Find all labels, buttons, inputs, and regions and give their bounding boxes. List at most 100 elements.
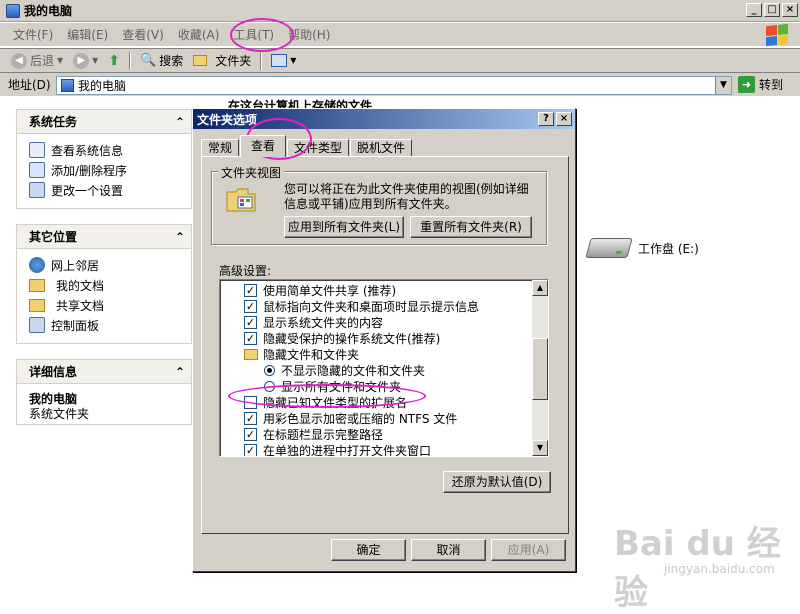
- setting-label: 显示系统文件夹的内容: [263, 315, 384, 330]
- tab-offline-files[interactable]: 脱机文件: [350, 139, 413, 157]
- tab-file-types[interactable]: 文件类型: [287, 139, 350, 157]
- setting-row[interactable]: ✓ 用彩色显示加密或压缩的 NTFS 文件: [244, 410, 457, 426]
- setting-label: 在单独的进程中打开文件夹窗口: [263, 443, 432, 457]
- change-setting-link[interactable]: 更改一个设置: [29, 180, 191, 200]
- views-button[interactable]: ▼: [266, 51, 301, 71]
- checkbox-checked[interactable]: ✓: [244, 331, 257, 345]
- collapse-icon[interactable]: ⌃: [175, 230, 185, 244]
- radio-unselected[interactable]: [264, 380, 275, 392]
- address-input[interactable]: 我的电脑 ▼: [56, 76, 732, 95]
- menu-view[interactable]: 查看(V): [115, 25, 171, 45]
- setting-row[interactable]: ✓ 在标题栏显示完整路径: [244, 426, 383, 442]
- control-panel-icon: [29, 182, 45, 198]
- scroll-thumb[interactable]: [532, 338, 548, 400]
- search-button[interactable]: 🔍 搜索: [135, 51, 188, 71]
- address-dropdown-button[interactable]: ▼: [715, 77, 731, 94]
- add-remove-programs-link[interactable]: 添加/删除程序: [29, 160, 191, 180]
- checkbox-checked[interactable]: ✓: [244, 443, 257, 456]
- control-panel-icon: [29, 317, 45, 333]
- link-label: 我的文档: [56, 278, 105, 293]
- setting-label: 隐藏受保护的操作系统文件(推荐): [263, 331, 441, 346]
- hard-drive-icon: [585, 238, 633, 258]
- drive-e[interactable]: 工作盘 (E:): [585, 238, 699, 258]
- windows-logo-icon: [766, 23, 788, 47]
- address-label: 地址(D): [8, 78, 51, 92]
- panel-title: 系统任务: [29, 115, 78, 129]
- cancel-button[interactable]: 取消: [411, 539, 486, 561]
- link-label: 控制面板: [51, 318, 100, 333]
- scroll-up-button[interactable]: ▲: [532, 280, 548, 296]
- link-label: 更改一个设置: [51, 183, 124, 198]
- minimize-button[interactable]: _: [746, 3, 762, 17]
- setting-row: 隐藏文件和文件夹: [244, 346, 359, 362]
- folder-view-group: 文件夹视图 您可以将正在为此文件夹使用的视图(例如详细信息或平铺)应用到所有文件…: [211, 164, 547, 245]
- up-folder-button[interactable]: ⬆: [103, 51, 125, 71]
- menu-favorites[interactable]: 收藏(A): [171, 25, 227, 45]
- watermark-url: jingyan.baidu.com: [664, 562, 775, 576]
- apply-to-all-folders-button[interactable]: 应用到所有文件夹(L): [284, 216, 404, 238]
- control-panel-link[interactable]: 控制面板: [29, 315, 191, 335]
- up-arrow-icon: ⬆: [108, 52, 121, 69]
- panel-header[interactable]: 其它位置 ⌃: [17, 225, 191, 249]
- ok-button[interactable]: 确定: [331, 539, 406, 561]
- toolbar-separator: [129, 51, 132, 70]
- view-system-info-link[interactable]: 查看系统信息: [29, 140, 191, 160]
- shared-documents-link[interactable]: 共享文档: [29, 295, 191, 315]
- checkbox-checked[interactable]: ✓: [244, 411, 257, 425]
- checkbox-checked[interactable]: ✓: [244, 299, 257, 313]
- link-label: 查看系统信息: [51, 143, 124, 158]
- menu-help[interactable]: 帮助(H): [281, 25, 337, 45]
- back-label: 后退: [30, 54, 55, 68]
- chevron-down-icon: ▼: [290, 56, 297, 65]
- menu-file[interactable]: 文件(F): [6, 25, 60, 45]
- tab-general[interactable]: 常规: [201, 139, 240, 157]
- menubar: 文件(F) 编辑(E) 查看(V) 收藏(A) 工具(T) 帮助(H): [0, 23, 800, 47]
- back-button[interactable]: ◀ 后退 ▼: [6, 51, 68, 71]
- setting-row[interactable]: ✓ 使用简单文件共享 (推荐): [244, 282, 396, 298]
- vertical-scrollbar[interactable]: ▲ ▼: [532, 280, 548, 456]
- setting-row[interactable]: ✓ 隐藏受保护的操作系统文件(推荐): [244, 330, 440, 346]
- panel-header[interactable]: 详细信息 ⌃: [17, 360, 191, 384]
- setting-label: 不显示隐藏的文件和文件夹: [281, 363, 426, 378]
- forward-button[interactable]: ▶ ▼: [68, 51, 103, 71]
- menu-edit[interactable]: 编辑(E): [60, 25, 115, 45]
- folder-icon: [193, 55, 208, 66]
- setting-row[interactable]: 不显示隐藏的文件和文件夹: [264, 362, 425, 378]
- close-button[interactable]: ×: [782, 3, 798, 17]
- setting-row[interactable]: 隐藏已知文件类型的扩展名: [244, 394, 407, 410]
- setting-row[interactable]: ✓ 在单独的进程中打开文件夹窗口: [244, 442, 432, 457]
- forward-arrow-icon: ▶: [73, 52, 90, 69]
- help-button[interactable]: ?: [538, 112, 554, 126]
- checkbox-checked[interactable]: ✓: [244, 315, 257, 329]
- my-documents-link[interactable]: 我的文档: [29, 275, 191, 295]
- folders-button[interactable]: 文件夹: [188, 51, 256, 71]
- checkbox-unchecked[interactable]: [244, 395, 257, 409]
- setting-row[interactable]: 显示所有文件和文件夹: [264, 378, 401, 394]
- setting-label: 使用简单文件共享 (推荐): [263, 283, 397, 298]
- panel-header[interactable]: 系统任务 ⌃: [17, 110, 191, 134]
- programs-icon: [29, 162, 45, 178]
- collapse-icon[interactable]: ⌃: [175, 365, 185, 379]
- network-places-link[interactable]: 网上邻居: [29, 255, 191, 275]
- apply-button[interactable]: 应用(A): [491, 539, 566, 561]
- dialog-close-button[interactable]: ×: [556, 112, 572, 126]
- views-icon: [271, 54, 288, 67]
- setting-row[interactable]: ✓ 显示系统文件夹的内容: [244, 314, 383, 330]
- system-info-icon: [29, 142, 45, 158]
- menu-tools[interactable]: 工具(T): [226, 25, 281, 45]
- maximize-button[interactable]: □: [764, 3, 780, 17]
- advanced-settings-list[interactable]: ✓ 使用简单文件共享 (推荐) ✓ 鼠标指向文件夹和桌面项时显示提示信息 ✓ 显示系统文件…: [219, 279, 549, 457]
- tab-view[interactable]: 查看: [240, 135, 287, 157]
- checkbox-checked[interactable]: ✓: [244, 427, 257, 441]
- scroll-down-button[interactable]: ▼: [532, 440, 548, 456]
- checkbox-checked[interactable]: ✓: [244, 283, 257, 297]
- reset-all-folders-button[interactable]: 重置所有文件夹(R): [410, 216, 532, 238]
- setting-label: 在标题栏显示完整路径: [263, 427, 384, 442]
- collapse-icon[interactable]: ⌃: [175, 115, 185, 129]
- restore-defaults-button[interactable]: 还原为默认值(D): [443, 471, 551, 493]
- go-button[interactable]: ➜ 转到: [738, 76, 783, 93]
- toolbar: ◀ 后退 ▼ ▶ ▼ ⬆ 🔍 搜索 文件夹 ▼: [0, 48, 800, 72]
- setting-row[interactable]: ✓ 鼠标指向文件夹和桌面项时显示提示信息: [244, 298, 479, 314]
- panel-title: 其它位置: [29, 230, 78, 244]
- radio-selected[interactable]: [264, 364, 275, 376]
